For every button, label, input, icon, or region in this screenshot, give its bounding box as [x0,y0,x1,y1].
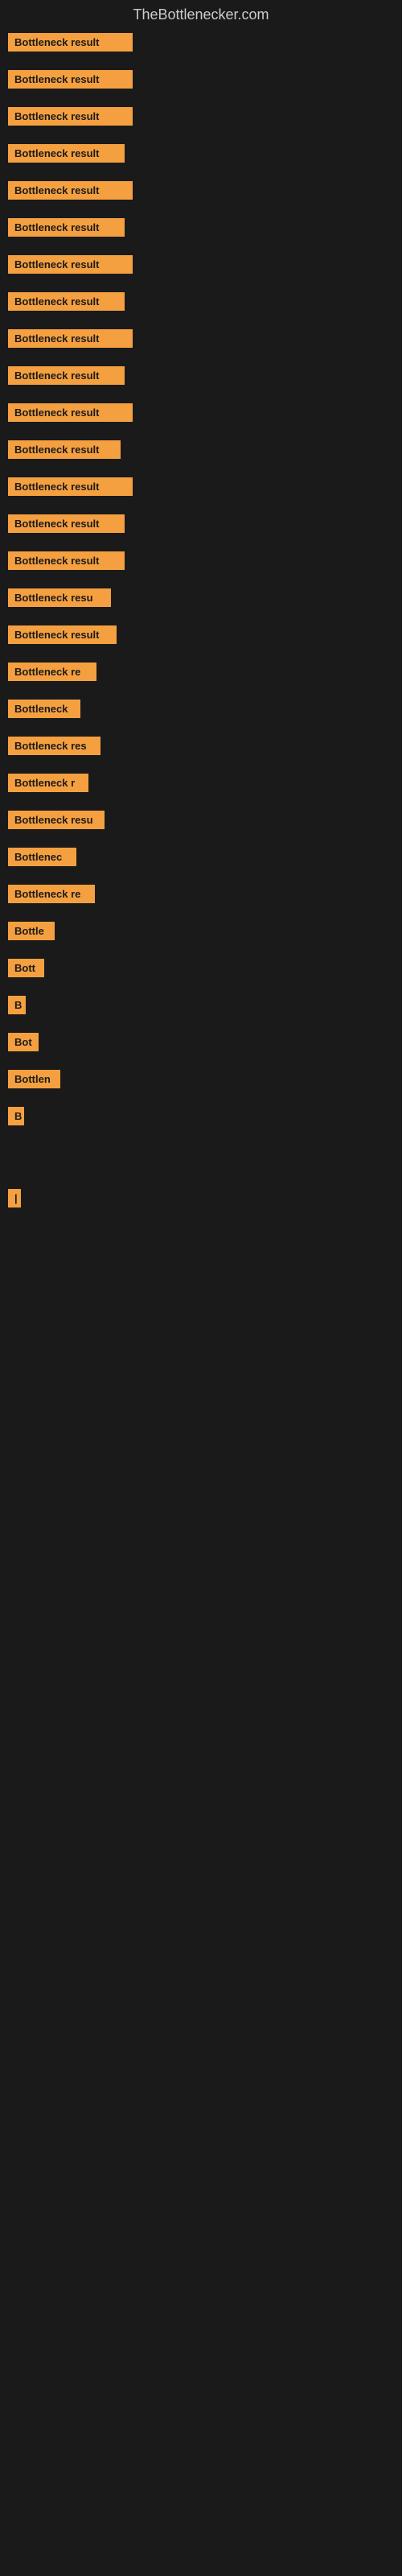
bottleneck-badge: Bottleneck r [8,774,88,792]
bottleneck-badge: B [8,1107,24,1125]
list-item: Bottleneck result [8,33,394,56]
bottleneck-badge: Bottleneck result [8,440,121,459]
bottleneck-badge: Bottleneck result [8,477,133,496]
bottleneck-badge: Bottleneck result [8,514,125,533]
list-item: Bottleneck result [8,144,394,167]
list-item: Bottleneck result [8,625,394,648]
bottleneck-badge: Bottleneck result [8,70,133,89]
bottleneck-badge: Bottleneck result [8,329,133,348]
list-item [8,1298,394,1305]
bottleneck-badge: Bottleneck result [8,292,125,311]
list-item: Bottleneck result [8,107,394,130]
bottleneck-badge: Bottleneck result [8,181,133,200]
list-item: B [8,1107,394,1129]
site-title: TheBottlenecker.com [0,0,402,33]
spacer-item [8,1250,394,1274]
bottleneck-badge: Bottleneck result [8,551,125,570]
bottleneck-badge: Bottleneck re [8,885,95,903]
list-item: Bottleneck re [8,885,394,907]
bottleneck-badge: Bottleneck result [8,107,133,126]
list-item: Bottleneck resu [8,588,394,611]
bottleneck-badge: Bottleneck result [8,144,125,163]
list-item: Bottleneck result [8,551,394,574]
list-item: Bottleneck [8,700,394,722]
list-item: Bottlen [8,1070,394,1092]
list-item: Bottleneck resu [8,811,394,833]
bottleneck-badge: Bottlen [8,1070,60,1088]
list-item: Bottleneck result [8,366,394,389]
list-item: Bott [8,959,394,981]
bottleneck-badge: Bot [8,1033,39,1051]
list-item [8,1144,394,1150]
bottleneck-badge: Bottlenec [8,848,76,866]
list-item: | [8,1189,394,1212]
bottleneck-badge: Bottleneck result [8,255,133,274]
bottleneck-badge: | [8,1189,21,1208]
bottleneck-badge: B [8,996,26,1014]
bottleneck-badge: Bottleneck result [8,366,125,385]
list-item: Bottleneck result [8,440,394,463]
list-item: Bottleneck result [8,292,394,315]
list-item: Bottleneck r [8,774,394,796]
bottleneck-badge: Bottleneck result [8,403,133,422]
list-item: Bot [8,1033,394,1055]
list-item: Bottleneck result [8,70,394,93]
list-item: Bottle [8,922,394,944]
bottleneck-badge: Bottleneck resu [8,811,105,829]
bottleneck-badge: Bottle [8,922,55,940]
list-item: Bottleneck result [8,403,394,426]
bottleneck-badge: Bottleneck re [8,663,96,681]
list-item: Bottleneck result [8,329,394,352]
list-item: Bottleneck res [8,737,394,759]
bottleneck-badge: Bottleneck result [8,218,125,237]
bottleneck-badge: Bottleneck res [8,737,100,755]
list-item: Bottleneck re [8,663,394,685]
list-item: Bottlenec [8,848,394,870]
spacer-item [8,1165,394,1189]
list-item: Bottleneck result [8,181,394,204]
results-container: Bottleneck result Bottleneck result Bottle… [0,33,402,1305]
bottleneck-badge: Bottleneck resu [8,588,111,607]
list-item: Bottleneck result [8,477,394,500]
bottleneck-badge: Bottleneck result [8,625,117,644]
spacer-item [8,1274,394,1298]
bottleneck-badge: Bottleneck result [8,33,133,52]
spacer-item [8,1226,394,1250]
list-item: Bottleneck result [8,514,394,537]
bottleneck-badge: Bottleneck [8,700,80,718]
list-item: B [8,996,394,1018]
list-item: Bottleneck result [8,255,394,278]
list-item: Bottleneck result [8,218,394,241]
bottleneck-badge: Bott [8,959,44,977]
